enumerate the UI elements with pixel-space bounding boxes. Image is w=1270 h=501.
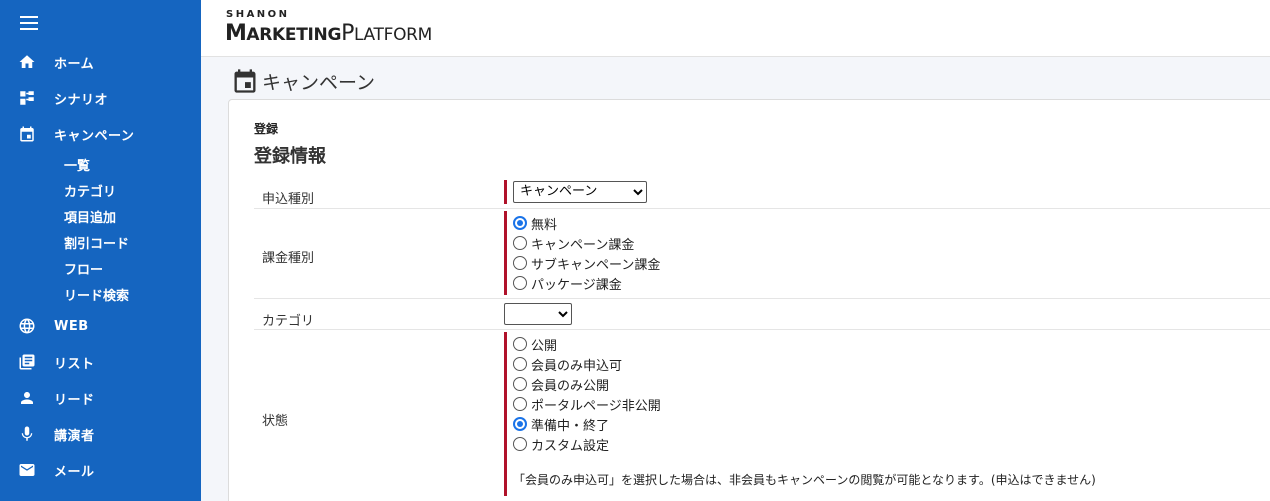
nav-scenario[interactable]: シナリオ	[0, 82, 201, 114]
nav-campaign[interactable]: キャンペーン	[0, 118, 201, 150]
nav-label: WEB	[54, 318, 89, 334]
subnav-add-field[interactable]: 項目追加	[64, 205, 116, 227]
sidebar: ホーム シナリオ キャンペーン 一覧 カテゴリ 項目追加 割引コード フロー リ…	[0, 0, 201, 501]
menu-icon[interactable]	[20, 16, 38, 30]
mic-icon	[18, 425, 36, 443]
radio-button[interactable]	[513, 276, 527, 290]
label-status: 状態	[262, 414, 289, 429]
brand-logo[interactable]: SHANON MARKETINGPLATFORM	[225, 9, 432, 46]
radio-button[interactable]	[513, 357, 527, 371]
subnav-category[interactable]: カテゴリ	[64, 179, 116, 201]
nav-home[interactable]: ホーム	[0, 46, 201, 78]
nav-list[interactable]: リスト	[0, 346, 201, 378]
calendar-icon	[18, 125, 36, 143]
subnav-lead-search[interactable]: リード検索	[64, 283, 129, 305]
category-select[interactable]	[504, 302, 572, 325]
radio-status-preparing-ended[interactable]: 準備中・終了	[513, 414, 1096, 434]
radio-status-portal-hidden[interactable]: ポータルページ非公開	[513, 394, 1096, 414]
label-application-type: 申込種別	[262, 192, 315, 207]
nav-web[interactable]: WEB	[0, 310, 201, 342]
breadcrumb: 登録	[254, 122, 279, 136]
form-card: 登録 登録情報 申込種別 キャンペーン 課金種別 無料 キャンペーン課金 サブキ…	[228, 99, 1270, 501]
radio-status-members-apply[interactable]: 会員のみ申込可	[513, 354, 1096, 374]
top-header: SHANON MARKETINGPLATFORM	[201, 0, 1270, 57]
row-application-type: 申込種別 キャンペーン	[254, 179, 1270, 209]
row-category: カテゴリ	[254, 299, 1270, 330]
page-title-text: キャンペーン	[262, 71, 376, 94]
radio-billing-package[interactable]: パッケージ課金	[513, 273, 660, 293]
nav-label: ホーム	[54, 56, 95, 72]
radio-button[interactable]	[513, 236, 527, 250]
nav-lead[interactable]: リード	[0, 382, 201, 414]
person-icon	[18, 389, 36, 407]
radio-button[interactable]	[513, 337, 527, 351]
calendar-icon	[234, 69, 256, 93]
status-note: 「会員のみ申込可」を選択した場合は、非会員もキャンペーンの閲覧が可能となります。…	[513, 473, 1096, 487]
list-icon	[18, 353, 36, 371]
radio-billing-subcampaign[interactable]: サブキャンペーン課金	[513, 253, 660, 273]
radio-button[interactable]	[513, 437, 527, 451]
field-application-type: キャンペーン	[504, 180, 647, 204]
radio-button[interactable]	[513, 377, 527, 391]
row-billing-type: 課金種別 無料 キャンペーン課金 サブキャンペーン課金 パッケージ課金	[254, 209, 1270, 299]
nav-speaker[interactable]: 講演者	[0, 418, 201, 450]
row-status: 状態 公開 会員のみ申込可 会員のみ公開 ポータルページ非公開 準備中・終了 カ…	[254, 330, 1270, 501]
subnav-flow[interactable]: フロー	[64, 257, 103, 279]
logo-company: SHANON	[226, 9, 290, 20]
radio-button[interactable]	[513, 256, 527, 270]
field-status: 公開 会員のみ申込可 会員のみ公開 ポータルページ非公開 準備中・終了 カスタム…	[504, 332, 1096, 496]
radio-status-custom[interactable]: カスタム設定	[513, 434, 1096, 454]
nav-mail[interactable]: メール	[0, 454, 201, 486]
mail-icon	[18, 461, 36, 479]
nav-label: 講演者	[54, 428, 95, 444]
nav-label: シナリオ	[54, 92, 109, 108]
label-billing-type: 課金種別	[262, 251, 315, 266]
page-title: キャンペーン	[231, 67, 375, 95]
radio-button[interactable]	[513, 417, 527, 431]
subnav-discount-code[interactable]: 割引コード	[64, 231, 129, 253]
field-category	[504, 302, 572, 325]
subnav-list[interactable]: 一覧	[64, 153, 90, 175]
radio-billing-free[interactable]: 無料	[513, 213, 660, 233]
section-title: 登録情報	[254, 146, 326, 167]
label-category: カテゴリ	[262, 314, 315, 329]
nav-label: キャンペーン	[54, 128, 135, 144]
nav-label: メール	[54, 464, 95, 480]
logo-product: MARKETINGPLATFORM	[225, 21, 433, 46]
nav-label: リスト	[54, 356, 95, 372]
radio-button[interactable]	[513, 397, 527, 411]
main-content: キャンペーン 登録 登録情報 申込種別 キャンペーン 課金種別 無料 キャンペー…	[201, 57, 1270, 501]
nav-label: リード	[54, 392, 95, 408]
globe-icon	[18, 317, 36, 335]
radio-billing-campaign[interactable]: キャンペーン課金	[513, 233, 660, 253]
radio-button[interactable]	[513, 216, 527, 230]
application-type-select[interactable]: キャンペーン	[513, 180, 647, 203]
radio-status-members-public[interactable]: 会員のみ公開	[513, 374, 1096, 394]
field-billing-type: 無料 キャンペーン課金 サブキャンペーン課金 パッケージ課金	[504, 211, 660, 295]
home-icon	[18, 53, 36, 71]
scenario-icon	[18, 89, 36, 107]
radio-status-public[interactable]: 公開	[513, 334, 1096, 354]
